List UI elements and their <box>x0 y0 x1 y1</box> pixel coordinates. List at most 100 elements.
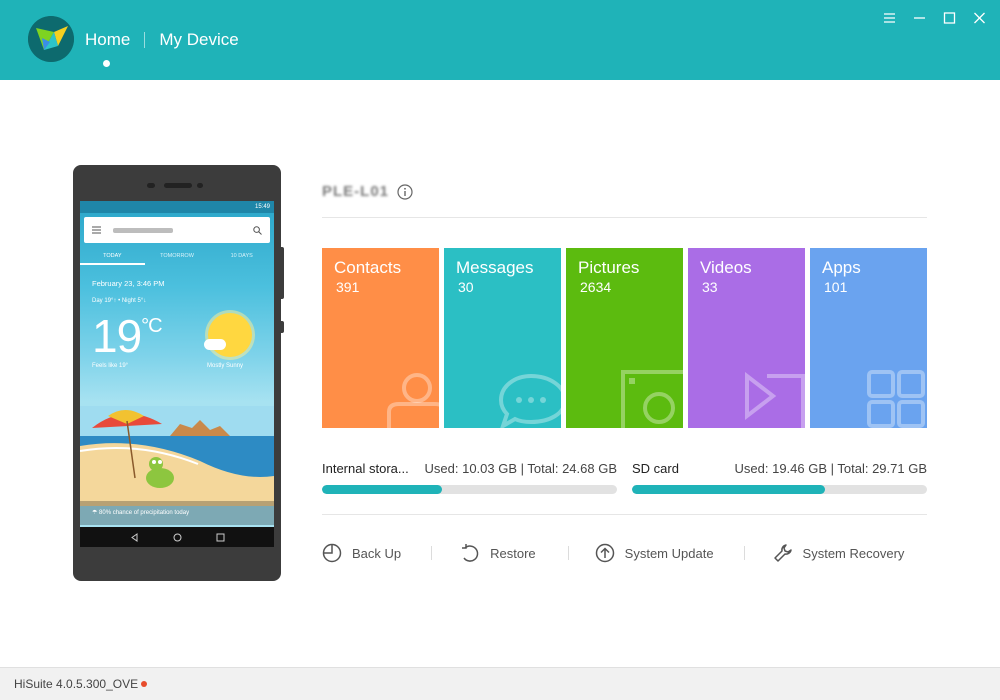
system-update-icon <box>595 543 614 563</box>
storage-usage: Used: 10.03 GB | Total: 24.68 GB <box>424 461 617 476</box>
storage-progress-fill <box>632 485 826 494</box>
storage-usage: Used: 19.46 GB | Total: 29.71 GB <box>734 461 927 476</box>
tile-videos[interactable]: Videos 33 <box>688 248 805 428</box>
weather-temperature: 19°C <box>92 309 163 363</box>
weather-feels-like: Feels like 19° <box>92 363 129 369</box>
weather-date: February 23, 3:46 PM <box>92 279 165 288</box>
tab-home[interactable]: Home <box>85 30 130 50</box>
precipitation-text: 80% chance of precipitation today <box>99 510 190 516</box>
divider <box>322 514 927 515</box>
hisuite-logo-icon <box>28 16 74 62</box>
restore-icon <box>462 544 479 562</box>
phone-tab-10-days: 10 DAYS <box>230 253 253 259</box>
version-text: HiSuite 4.0.5.300_OVE <box>14 677 139 691</box>
menu-icon[interactable] <box>882 10 896 26</box>
storage-label: SD card <box>632 461 679 476</box>
tile-count: 33 <box>702 279 718 295</box>
tile-label: Videos <box>700 258 752 277</box>
tile-label: Pictures <box>578 258 640 277</box>
phone-preview: 15:49 TODAY TOMORROW 10 DAYS February 23… <box>73 165 284 581</box>
tile-count: 2634 <box>580 279 612 295</box>
phone-tab-today: TODAY <box>80 247 145 265</box>
tile-count: 101 <box>824 279 848 295</box>
update-notification-dot[interactable] <box>141 681 148 687</box>
device-name-row: PLE-L01 <box>322 183 413 200</box>
phone-tab-tomorrow: TOMORROW <box>160 253 194 259</box>
search-icon <box>253 225 262 235</box>
divider <box>322 217 927 218</box>
tile-label: Contacts <box>334 258 402 277</box>
action-divider <box>743 546 745 560</box>
phone-speaker <box>164 183 192 188</box>
phone-screen: 15:49 TODAY TOMORROW 10 DAYS February 23… <box>80 201 274 547</box>
data-tiles: Contacts 391 Messages 30 Pictures 2634 V… <box>322 248 927 428</box>
sun-icon <box>208 313 252 357</box>
window-controls <box>882 10 986 26</box>
contact-icon <box>387 373 439 428</box>
restore-button[interactable]: Restore <box>460 543 536 563</box>
phone-day-tabs: TODAY TOMORROW 10 DAYS <box>80 247 274 265</box>
info-icon[interactable] <box>397 183 413 200</box>
back-triangle-icon <box>130 532 137 542</box>
wrench-icon <box>773 544 792 562</box>
picture-icon <box>621 370 683 428</box>
phone-status-bar: 15:49 <box>80 201 274 213</box>
phone-camera <box>197 183 203 188</box>
storage-progress-bar <box>632 485 927 494</box>
backup-icon <box>322 543 342 563</box>
maximize-icon[interactable] <box>942 10 956 26</box>
tile-contacts[interactable]: Contacts 391 <box>322 248 439 428</box>
tile-label: Apps <box>822 258 861 277</box>
minimize-icon[interactable] <box>912 10 926 26</box>
restore-label: Restore <box>490 545 536 561</box>
backup-label: Back Up <box>352 545 402 561</box>
phone-nav-bar <box>80 527 274 547</box>
message-icon <box>499 373 561 428</box>
phone-status-time: 15:49 <box>254 204 270 210</box>
internal-storage: Internal stora... Used: 10.03 GB | Total… <box>322 461 617 494</box>
system-update-label: System Update <box>624 545 714 561</box>
title-bar: Home My Device <box>0 0 1000 80</box>
system-recovery-label: System Recovery <box>802 545 905 561</box>
sd-card-storage: SD card Used: 19.46 GB | Total: 29.71 GB <box>632 461 927 494</box>
home-circle-icon <box>173 533 181 541</box>
active-tab-indicator <box>103 60 110 67</box>
tile-count: 391 <box>336 279 360 295</box>
beach-illustration <box>80 406 274 506</box>
backup-button[interactable]: Back Up <box>322 543 401 563</box>
weather-precipitation: ☂ 80% chance of precipitation today <box>80 501 274 525</box>
phone-search-text <box>113 227 173 233</box>
close-icon[interactable] <box>972 10 986 26</box>
phone-sensor <box>147 183 155 188</box>
weather-range: Day 19°↑ • Night 5°↓ <box>92 298 147 304</box>
system-update-button[interactable]: System Update <box>595 543 714 563</box>
storage-progress-bar <box>322 485 617 494</box>
apps-icon <box>867 370 925 428</box>
hamburger-icon <box>92 226 101 234</box>
video-icon <box>745 372 805 428</box>
temperature-value: 19 <box>92 310 142 362</box>
weather-condition: Mostly Sunny <box>207 363 244 369</box>
tile-pictures[interactable]: Pictures 2634 <box>566 248 683 428</box>
phone-search-bar <box>84 217 270 243</box>
tile-count: 30 <box>458 279 474 295</box>
tile-apps[interactable]: Apps 101 <box>810 248 927 428</box>
storage-progress-fill <box>322 485 442 494</box>
storage-label: Internal stora... <box>322 461 409 476</box>
recent-square-icon <box>216 533 224 541</box>
tile-messages[interactable]: Messages 30 <box>444 248 561 428</box>
system-recovery-button[interactable]: System Recovery <box>773 543 905 563</box>
device-name: PLE-L01 <box>322 183 390 200</box>
action-divider <box>567 546 569 560</box>
nav-divider <box>144 32 146 48</box>
action-divider <box>431 546 433 560</box>
tab-my-device[interactable]: My Device <box>159 30 238 50</box>
cloud-icon <box>204 339 226 350</box>
phone-volume-button <box>281 247 284 299</box>
action-bar: Back Up Restore System Update System Rec… <box>322 543 927 563</box>
status-bar: HiSuite 4.0.5.300_OVE <box>0 667 1000 700</box>
phone-power-button <box>281 321 284 333</box>
temperature-unit: °C <box>141 315 162 337</box>
tile-label: Messages <box>456 258 534 277</box>
main-nav: Home My Device <box>85 30 239 50</box>
